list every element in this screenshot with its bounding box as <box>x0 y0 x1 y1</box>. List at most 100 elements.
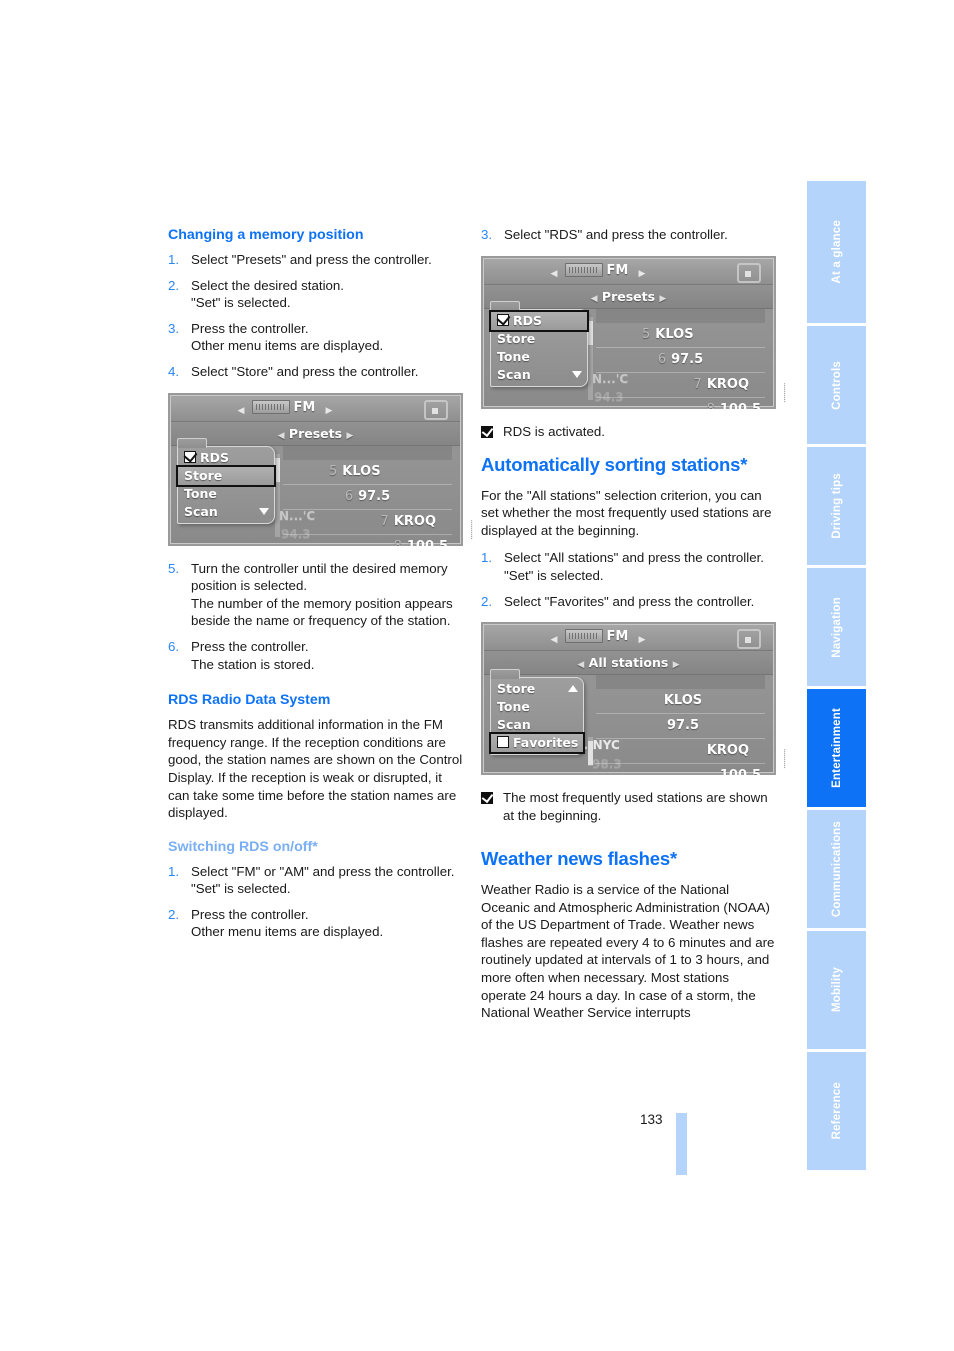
menu-item-label: RDS <box>513 312 543 328</box>
chevron-right-icon: ▶ <box>638 268 646 279</box>
menu-item-store[interactable]: Store <box>491 330 587 348</box>
sidebar-item-controls[interactable]: Controls <box>807 326 866 444</box>
home-icon <box>737 262 761 283</box>
list-item[interactable]: 8 100.5 <box>596 398 765 409</box>
list-item: 3. Press the controller. Other menu item… <box>168 320 463 355</box>
heading-rds-radio-data-system: RDS Radio Data System <box>168 692 331 709</box>
heading-automatically-sorting-stations: Automatically sorting stations* <box>481 454 748 476</box>
list-item: 2. Select the desired station. "Set" is … <box>168 277 463 312</box>
menu-item-label: Store <box>497 681 536 697</box>
idrive-subbar-label: All stations <box>588 655 669 671</box>
list-item: 2. Press the controller. Other menu item… <box>168 906 463 941</box>
menu-item-store[interactable]: Store <box>491 680 583 698</box>
sidebar-item-entertainment[interactable]: Entertainment <box>807 689 866 807</box>
idrive-screenshot-1-wrap: ◀ FM ▶ ◀ Presets ▶ Set N...' <box>168 392 474 546</box>
paragraph-weather-news-flashes: Weather Radio is a service of the Nation… <box>481 881 775 1021</box>
menu-item-rds[interactable]: RDS <box>489 309 589 332</box>
list-item: 2. Select "Favorites" and press the cont… <box>481 593 776 611</box>
idrive-subbar: ◀ Presets ▶ <box>171 421 460 446</box>
menu-tab-flap <box>490 669 520 680</box>
list-item[interactable]: 7 KROQ <box>283 510 452 535</box>
list-item[interactable]: KROQ <box>596 739 765 765</box>
idrive-scrollbar[interactable] <box>588 316 593 400</box>
step-text: Select the desired station. <box>191 277 345 293</box>
step-subtext: "Set" is selected. <box>504 568 604 584</box>
list-item[interactable]: 7 KROQ <box>596 373 765 398</box>
chevron-left-icon: ◀ <box>577 660 585 671</box>
menu-item-label: Scan <box>497 717 531 733</box>
step-subtext: "Set" is selected. <box>191 295 291 311</box>
menu-item-label: Store <box>184 467 223 483</box>
menu-item-label: Tone <box>497 348 530 364</box>
list-item: 3. Select "RDS" and press the controller… <box>481 226 776 244</box>
idrive-topbar: ◀ FM ▶ <box>171 395 460 422</box>
note-text: RDS is activated. <box>503 423 605 439</box>
menu-item-tone[interactable]: Tone <box>491 348 587 366</box>
list-item[interactable]: 6 97.5 <box>596 348 765 373</box>
preset-name: 97.5 <box>358 488 391 504</box>
idrive-station-list: KLOS 97.5 KROQ 100.5 <box>596 675 765 775</box>
menu-item-favorites[interactable]: Favorites <box>489 732 585 755</box>
preset-index: 8 <box>394 538 402 546</box>
preset-name: KLOS <box>342 463 381 479</box>
list-item: 1. Select "All stations" and press the c… <box>481 549 776 584</box>
idrive-list-header <box>283 445 452 460</box>
radio-source-icon <box>564 262 603 277</box>
sidebar-item-label: Navigation <box>830 596 843 658</box>
menu-item-label: Tone <box>497 699 530 715</box>
chevron-left-icon: ◀ <box>237 405 245 416</box>
step-text: Press the controller. <box>191 906 309 922</box>
menu-item-store[interactable]: Store <box>176 464 276 487</box>
step-text: Turn the controller until the desired me… <box>191 560 448 594</box>
menu-item-scan[interactable]: Scan <box>178 503 274 521</box>
sidebar-item-navigation[interactable]: Navigation <box>807 568 866 686</box>
idrive-scrollbar[interactable] <box>588 737 593 767</box>
sidebar-item-at-a-glance[interactable]: At a glance <box>807 181 866 323</box>
step-number: 2. <box>481 593 493 609</box>
list-item[interactable]: 5 KLOS <box>283 460 452 485</box>
heading-switching-rds-on-off: Switching RDS on/off* <box>168 838 318 855</box>
list-item[interactable]: 97.5 <box>596 714 765 740</box>
list-item[interactable]: 8 100.5 <box>283 535 452 546</box>
idrive-subbar-label: Presets <box>288 425 343 441</box>
list-item[interactable]: 5 KLOS <box>596 323 765 348</box>
note-rds-activated: RDS is activated. <box>481 423 776 441</box>
paragraph-rds: RDS transmits additional information in … <box>168 717 463 821</box>
paragraph-automatically-sorting-stations: For the "All stations" selection criteri… <box>481 487 772 538</box>
sidebar-item-label: At a glance <box>830 220 843 284</box>
checkbox-checked-icon <box>497 313 509 326</box>
step-text: Select "All stations" and press the cont… <box>504 550 764 566</box>
menu-item-rds[interactable]: RDS <box>178 449 274 467</box>
sidebar-item-reference[interactable]: Reference <box>807 1052 866 1170</box>
list-item[interactable]: KLOS <box>596 689 765 715</box>
checkbox-checked-icon <box>481 425 493 438</box>
list-item[interactable]: 6 97.5 <box>283 485 452 510</box>
step-subtext: Other menu items are displayed. <box>191 924 384 940</box>
menu-item-tone[interactable]: Tone <box>178 485 274 503</box>
figure-id-caption: •••••••••• <box>782 382 787 403</box>
menu-item-label: Store <box>497 330 536 346</box>
menu-tab-flap <box>177 437 207 448</box>
step-text: Select "Store" and press the controller. <box>191 363 419 379</box>
preset-name: 97.5 <box>671 351 704 367</box>
menu-item-scan[interactable]: Scan <box>491 366 587 384</box>
step-number: 2. <box>168 277 180 293</box>
chevron-right-icon: ▶ <box>346 430 354 441</box>
menu-item-label: Tone <box>184 485 217 501</box>
heading-changing-memory-position: Changing a memory position <box>168 227 364 243</box>
menu-item-scan[interactable]: Scan <box>491 716 583 734</box>
home-icon <box>424 399 448 420</box>
sidebar-item-communications[interactable]: Communications <box>807 810 866 928</box>
sidebar-item-driving-tips[interactable]: Driving tips <box>807 447 866 565</box>
sidebar-item-mobility[interactable]: Mobility <box>807 931 866 1049</box>
step-text: Select "RDS" and press the controller. <box>504 227 728 242</box>
idrive-scrollbar[interactable] <box>275 453 280 537</box>
list-item[interactable]: 100.5 <box>596 764 765 775</box>
list-item: 1. Select "FM" or "AM" and press the con… <box>168 863 463 898</box>
preset-index: 6 <box>344 488 354 504</box>
step-text: Select "Favorites" and press the control… <box>504 593 755 609</box>
chevron-left-icon: ◀ <box>550 268 558 279</box>
menu-item-tone[interactable]: Tone <box>491 698 583 716</box>
idrive-popup-menu: Store Tone Scan Favorites <box>489 669 585 756</box>
step-number: 4. <box>168 363 180 379</box>
